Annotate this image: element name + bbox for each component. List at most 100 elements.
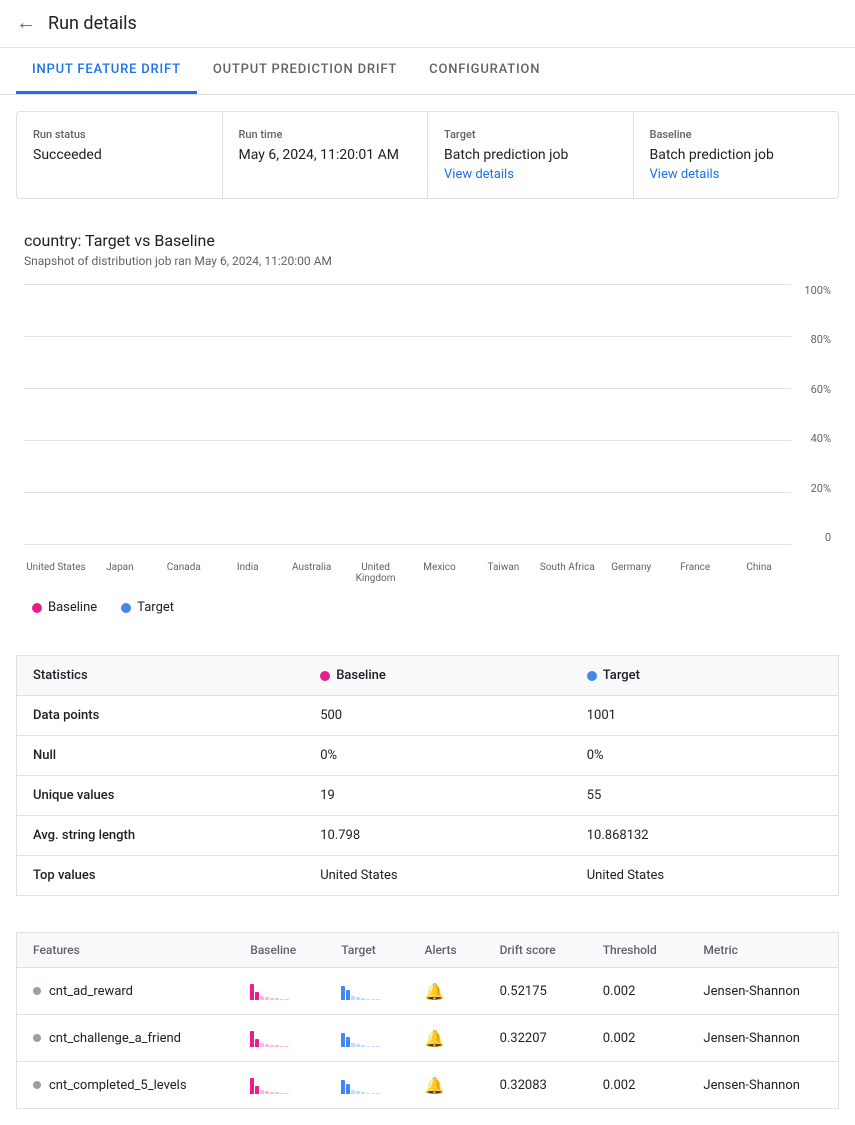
target-value: Batch prediction job — [444, 147, 617, 163]
x-label-south-africa: South Africa — [535, 558, 599, 584]
run-time-card: Run time May 6, 2024, 11:20:01 AM — [223, 112, 429, 198]
sp-bar — [260, 996, 264, 1000]
sp-bar — [361, 998, 365, 1000]
feature-dot — [33, 1034, 41, 1042]
y-label-60: 60% — [811, 383, 831, 396]
stats-target-label: Target — [603, 668, 640, 683]
tab-configuration[interactable]: CONFIGURATION — [413, 48, 556, 94]
baseline-card: Baseline Batch prediction job View detai… — [634, 112, 839, 198]
chart-legend: Baseline Target — [24, 600, 831, 615]
chart-area — [24, 284, 791, 544]
sp-bar — [285, 1093, 289, 1094]
feature-alerts-cell: 🔔 — [408, 1015, 483, 1062]
chart-subtitle: Snapshot of distribution job ran May 6, … — [24, 254, 831, 268]
features-header-row: Features Baseline Target Alerts Drift sc… — [17, 933, 839, 968]
feature-target-cell — [325, 1062, 408, 1109]
sp-bar — [366, 1046, 370, 1047]
sp-bar — [270, 998, 274, 1000]
feature-alerts-cell: 🔔 — [408, 968, 483, 1015]
stats-baseline-dot — [320, 671, 330, 681]
target-dot — [121, 603, 131, 613]
x-label-australia: Australia — [280, 558, 344, 584]
stats-row-label: Top values — [17, 856, 305, 896]
sp-bar — [341, 1080, 345, 1094]
sp-bar — [260, 1090, 264, 1094]
back-button[interactable]: ← — [16, 12, 36, 35]
baseline-sparkline — [250, 1025, 289, 1047]
stats-row-4: Top valuesUnited StatesUnited States — [17, 856, 839, 896]
stats-row-target: 55 — [571, 776, 839, 816]
feature-metric-cell: Jensen-Shannon — [687, 968, 838, 1015]
sp-bar — [341, 1033, 345, 1047]
stats-row-baseline: 0% — [304, 736, 571, 776]
stats-row-baseline: 10.798 — [304, 816, 571, 856]
run-time-label: Run time — [239, 128, 412, 141]
y-label-40: 40% — [811, 432, 831, 445]
features-col-name: Features — [17, 933, 235, 968]
feature-row: cnt_ad_reward 🔔0.521750.002Jensen-Shanno… — [17, 968, 839, 1015]
stats-row-label: Null — [17, 736, 305, 776]
baseline-sparkline — [250, 978, 289, 1000]
x-label-india: India — [216, 558, 280, 584]
stats-row-0: Data points5001001 — [17, 696, 839, 736]
feature-metric-cell: Jensen-Shannon — [687, 1015, 838, 1062]
feature-name: cnt_ad_reward — [33, 984, 218, 999]
feature-name-cell: cnt_completed_5_levels — [17, 1062, 235, 1109]
stats-col-statistics: Statistics — [17, 656, 305, 696]
target-sparkline — [341, 1072, 380, 1094]
statistics-table: Statistics Baseline Target Data points50… — [16, 655, 839, 896]
feature-dot — [33, 1081, 41, 1089]
stats-row-target: United States — [571, 856, 839, 896]
stats-row-target: 10.868132 — [571, 816, 839, 856]
stats-row-label: Data points — [17, 696, 305, 736]
feature-name: cnt_completed_5_levels — [33, 1078, 218, 1093]
x-label-taiwan: Taiwan — [471, 558, 535, 584]
sp-bar — [361, 1045, 365, 1047]
statistics-section: Statistics Baseline Target Data points50… — [0, 639, 855, 912]
sp-bar — [265, 1044, 269, 1047]
sp-bar — [265, 997, 269, 1000]
features-col-alerts: Alerts — [408, 933, 483, 968]
sp-bar — [346, 990, 350, 1000]
x-label-china: China — [727, 558, 791, 584]
features-col-baseline: Baseline — [234, 933, 325, 968]
sp-bar — [361, 1092, 365, 1094]
x-label-mexico: Mexico — [408, 558, 472, 584]
features-col-target: Target — [325, 933, 408, 968]
tab-bar: INPUT FEATURE DRIFT OUTPUT PREDICTION DR… — [0, 48, 855, 95]
stats-row-2: Unique values1955 — [17, 776, 839, 816]
legend-target: Target — [121, 600, 174, 615]
features-body: cnt_ad_reward 🔔0.521750.002Jensen-Shanno… — [17, 968, 839, 1109]
baseline-view-details-link[interactable]: View details — [650, 167, 720, 182]
gridline-0 — [24, 544, 791, 545]
sp-bar — [255, 992, 259, 1000]
feature-name-cell: cnt_ad_reward — [17, 968, 235, 1015]
stats-target-dot — [587, 671, 597, 681]
feature-threshold-cell: 0.002 — [587, 1062, 688, 1109]
target-view-details-link[interactable]: View details — [444, 167, 514, 182]
sp-bar — [285, 1046, 289, 1047]
sp-bar — [250, 1078, 254, 1094]
sp-bar — [275, 998, 279, 1000]
baseline-label: Baseline — [650, 128, 823, 141]
y-label-100: 100% — [804, 284, 831, 297]
feature-name-text: cnt_completed_5_levels — [49, 1078, 187, 1093]
stats-row-baseline: United States — [304, 856, 571, 896]
status-cards: Run status Succeeded Run time May 6, 202… — [16, 111, 839, 199]
x-label-united-kingdom: United Kingdom — [344, 558, 408, 584]
sp-bar — [270, 1045, 274, 1047]
feature-threshold-cell: 0.002 — [587, 968, 688, 1015]
stats-row-label: Unique values — [17, 776, 305, 816]
alert-icon: 🔔 — [424, 1029, 444, 1048]
features-col-drift-score: Drift score — [484, 933, 587, 968]
y-label-0: 0 — [825, 531, 831, 544]
tab-output-prediction-drift[interactable]: OUTPUT PREDICTION DRIFT — [197, 48, 413, 94]
feature-name-text: cnt_ad_reward — [49, 984, 133, 999]
stats-row-label: Avg. string length — [17, 816, 305, 856]
sp-bar — [351, 1090, 355, 1094]
tab-input-feature-drift[interactable]: INPUT FEATURE DRIFT — [16, 48, 197, 94]
feature-drift-score-cell: 0.32083 — [484, 1062, 587, 1109]
sp-bar — [376, 1046, 380, 1047]
sp-bar — [356, 1044, 360, 1047]
sp-bar — [356, 1091, 360, 1094]
